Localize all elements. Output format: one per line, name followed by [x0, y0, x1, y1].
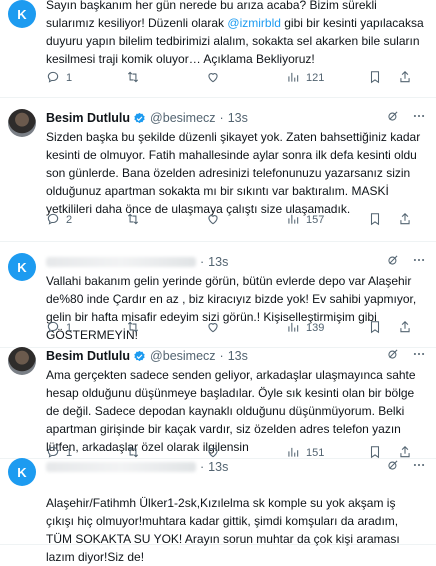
- bookmark-icon: [368, 320, 382, 337]
- avatar[interactable]: K: [8, 253, 36, 281]
- like-icon: [206, 320, 220, 337]
- views-button[interactable]: 139: [286, 320, 368, 337]
- reply-icon: [46, 70, 60, 87]
- retweet-icon: [126, 70, 140, 87]
- views-icon: [286, 320, 300, 337]
- more-icon[interactable]: [412, 109, 426, 126]
- like-button[interactable]: [206, 212, 286, 229]
- views-count: 121: [306, 72, 325, 84]
- text-segment: Sizden başka bu şekilde düzenli şikayet …: [46, 130, 421, 216]
- avatar[interactable]: [8, 347, 36, 375]
- like-icon: [206, 70, 220, 87]
- tweet[interactable]: K·13sSayın başkanım her gün nerede bu ar…: [0, 0, 436, 98]
- redacted-author: [46, 462, 196, 472]
- reply-button[interactable]: 1: [46, 320, 126, 337]
- views-count: 157: [306, 214, 325, 226]
- tweet-header: Besim Dutlulu @besimecz · 13s: [46, 347, 426, 365]
- text-segment: Ama gerçekten sadece senden geliyor, ark…: [46, 368, 416, 454]
- retweet-button[interactable]: [126, 212, 206, 229]
- avatar[interactable]: [8, 109, 36, 137]
- retweet-button[interactable]: [126, 320, 206, 337]
- share-icon: [398, 320, 412, 337]
- bookmark-button[interactable]: [368, 70, 398, 87]
- like-icon: [206, 212, 220, 229]
- bookmark-icon: [368, 70, 382, 87]
- tweet-header-actions: [386, 253, 426, 270]
- tweet-actions: 1 121: [46, 70, 426, 86]
- views-count: 139: [306, 322, 325, 334]
- tweet-timestamp[interactable]: 13s: [228, 111, 248, 125]
- tweet-paragraph: Ama gerçekten sadece senden geliyor, ark…: [46, 366, 426, 456]
- share-button[interactable]: [398, 70, 418, 87]
- tweet-paragraph: Alaşehir/Fatihmh Ülker1-2sk,Kızılelma sk…: [46, 494, 426, 566]
- tweet-header-actions: [386, 347, 426, 364]
- more-icon[interactable]: [412, 253, 426, 270]
- reply-button[interactable]: 2: [46, 212, 126, 229]
- share-button[interactable]: [398, 212, 418, 229]
- tweet-header-actions: [386, 109, 426, 126]
- reply-count: 1: [66, 322, 73, 334]
- separator-dot: ·: [200, 460, 205, 474]
- tweet-timestamp[interactable]: 13s: [208, 460, 228, 474]
- retweet-button[interactable]: [126, 70, 206, 87]
- author-name[interactable]: Besim Dutlulu: [46, 111, 130, 125]
- author-handle[interactable]: @besimecz: [150, 349, 216, 363]
- separator-dot: ·: [200, 255, 205, 269]
- redacted-author: [46, 257, 196, 267]
- tweet-header: ·13s: [46, 253, 426, 271]
- mention-link[interactable]: @izmirbld: [227, 16, 281, 30]
- tweet-paragraph: Sayın başkanım her gün nerede bu arıza a…: [46, 0, 426, 68]
- reply-icon: [46, 320, 60, 337]
- tweet-text: Ama gerçekten sadece senden geliyor, ark…: [46, 366, 426, 456]
- grok-icon[interactable]: [386, 458, 400, 475]
- tweet[interactable]: K · 13s Alaşehir/Fatihmh Ülker1-2sk,Kızılel…: [0, 458, 436, 564]
- tweet[interactable]: Besim Dutlulu @besimecz · 13s Ama gerçekten …: [0, 347, 436, 459]
- bookmark-icon: [368, 212, 382, 229]
- grok-icon[interactable]: [386, 347, 400, 364]
- tweet-header-actions: [386, 458, 426, 475]
- share-button[interactable]: [398, 320, 418, 337]
- views-button[interactable]: 157: [286, 212, 368, 229]
- tweet[interactable]: K · 13s Vallahi bakanım gelin yerinde görün…: [0, 241, 436, 348]
- author-handle[interactable]: @besimecz: [150, 111, 216, 125]
- author-name[interactable]: Besim Dutlulu: [46, 349, 130, 363]
- separator-dot: ·: [219, 349, 224, 363]
- tweet-text: Sizden başka bu şekilde düzenli şikayet …: [46, 128, 426, 218]
- reply-button[interactable]: 1: [46, 70, 126, 87]
- grok-icon[interactable]: [386, 109, 400, 126]
- tweet-text: Alaşehir/Fatihmh Ülker1-2sk,Kızılelma sk…: [46, 494, 426, 566]
- avatar[interactable]: K: [8, 458, 36, 486]
- avatar[interactable]: K: [8, 0, 36, 28]
- share-icon: [398, 70, 412, 87]
- like-button[interactable]: [206, 70, 286, 87]
- separator-dot: ·: [219, 111, 224, 125]
- share-icon: [398, 212, 412, 229]
- views-icon: [286, 70, 300, 87]
- bookmark-button[interactable]: [368, 212, 398, 229]
- grok-icon[interactable]: [386, 253, 400, 270]
- verified-badge-icon: [133, 350, 146, 363]
- retweet-icon: [126, 212, 140, 229]
- tweet-paragraph: Sizden başka bu şekilde düzenli şikayet …: [46, 128, 426, 218]
- tweet[interactable]: Besim Dutlulu @besimecz · 13s Sizden başka b…: [0, 97, 436, 242]
- tweet-timestamp[interactable]: 13s: [208, 255, 228, 269]
- reply-count: 2: [66, 214, 73, 226]
- views-icon: [286, 212, 300, 229]
- more-icon[interactable]: [412, 458, 426, 475]
- like-button[interactable]: [206, 320, 286, 337]
- more-icon[interactable]: [412, 347, 426, 364]
- tweet-actions: 1 139: [46, 320, 426, 336]
- tweet-header: ·13s: [46, 458, 426, 476]
- bookmark-button[interactable]: [368, 320, 398, 337]
- tweet-header: Besim Dutlulu @besimecz · 13s: [46, 109, 426, 127]
- tweet-actions: 2 157: [46, 212, 426, 228]
- reply-icon: [46, 212, 60, 229]
- retweet-icon: [126, 320, 140, 337]
- text-segment: Alaşehir/Fatihmh Ülker1-2sk,Kızılelma sk…: [46, 496, 400, 564]
- tweet-timestamp[interactable]: 13s: [228, 349, 248, 363]
- reply-count: 1: [66, 72, 73, 84]
- tweet-text: Sayın başkanım her gün nerede bu arıza a…: [46, 0, 426, 68]
- verified-badge-icon: [133, 112, 146, 125]
- views-button[interactable]: 121: [286, 70, 368, 87]
